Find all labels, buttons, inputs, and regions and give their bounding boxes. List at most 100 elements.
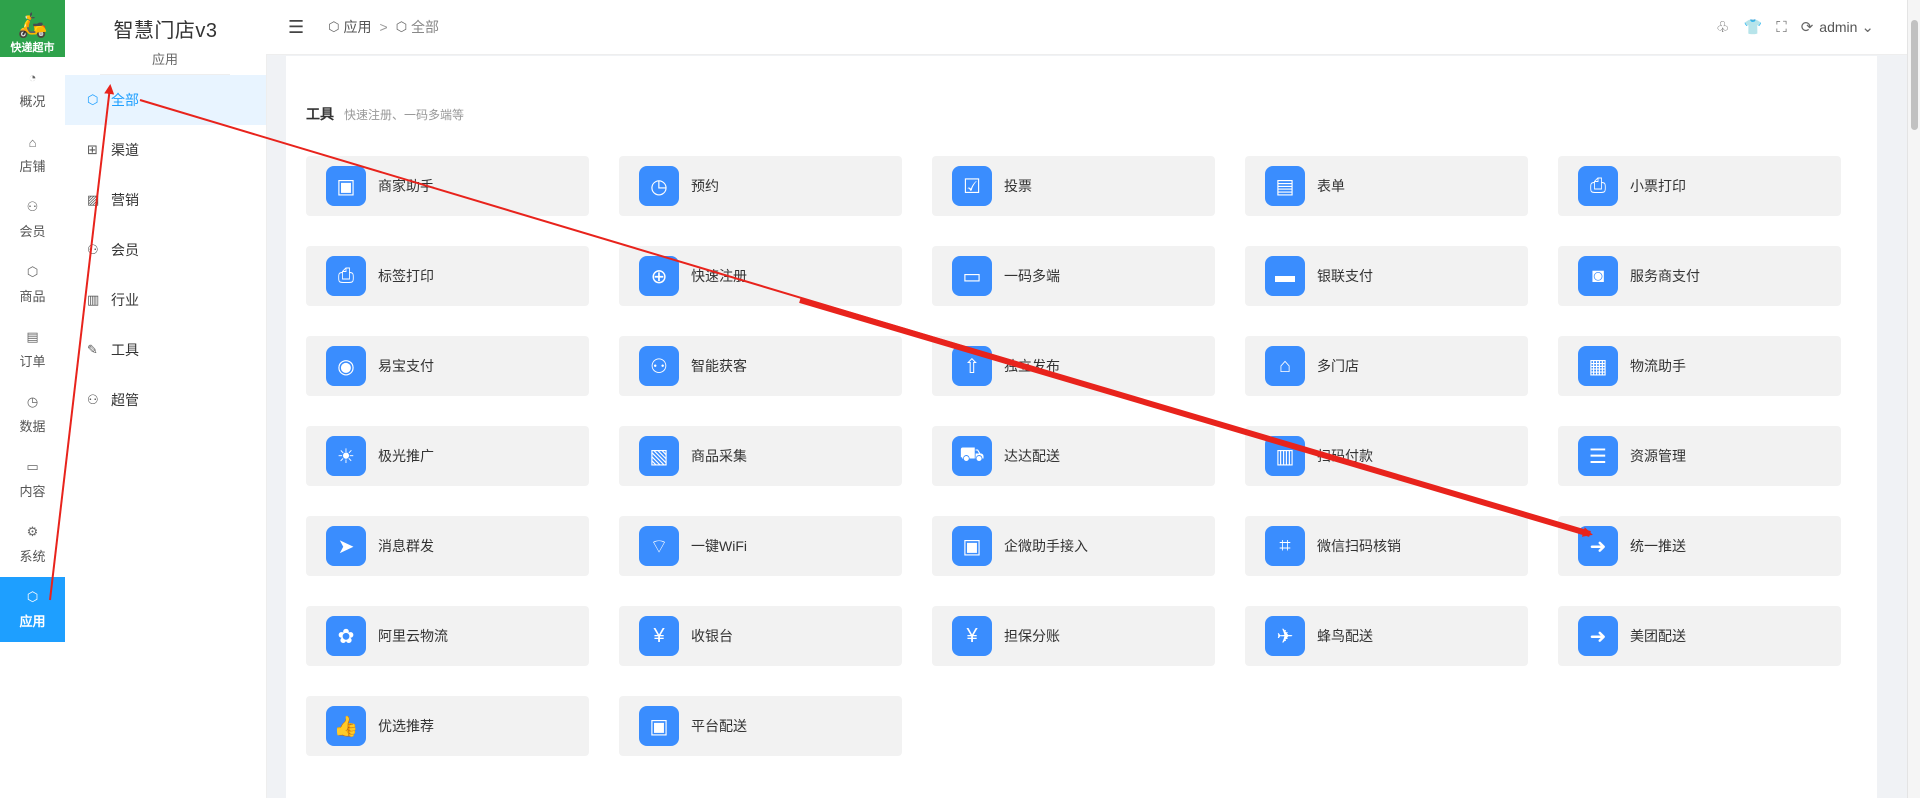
app-card[interactable]: ⌗ 微信扫码核销 (1245, 516, 1528, 576)
app-card[interactable]: ▭ 一码多端 (932, 246, 1215, 306)
app-card-label: 一键WiFi (691, 538, 747, 554)
rail-item-label: 内容 (19, 484, 46, 499)
app-card-label: 投票 (1004, 178, 1032, 194)
app-card[interactable]: ➤ 消息群发 (306, 516, 589, 576)
guarantee-icon: ¥ (952, 616, 992, 656)
theme-shirt-icon[interactable]: 👕 (1744, 19, 1763, 36)
breadcrumb-separator: > (379, 19, 388, 35)
app-card-label: 达达配送 (1004, 448, 1060, 464)
rail-item[interactable]: ▤ 订单 (0, 317, 65, 382)
sub-nav-item[interactable]: ⊞ 渠道 (65, 125, 266, 175)
app-card[interactable]: ¥ 担保分账 (932, 606, 1215, 666)
sub-nav-label: 营销 (111, 192, 139, 208)
sub-nav-item[interactable]: ▥ 行业 (65, 275, 266, 325)
rail-item[interactable]: ⌂ 店铺 (0, 122, 65, 187)
app-card[interactable]: ➜ 统一推送 (1558, 516, 1841, 576)
dashboard-icon: ◔ (28, 69, 37, 85)
app-card-label: 美团配送 (1630, 628, 1686, 644)
rail-item[interactable]: ▭ 内容 (0, 447, 65, 512)
app-card[interactable]: ➜ 美团配送 (1558, 606, 1841, 666)
app-card[interactable]: ▣ 企微助手接入 (932, 516, 1215, 576)
page-scrollbar[interactable] (1907, 0, 1920, 798)
truck-icon: ⛟ (952, 436, 992, 476)
rail-item[interactable]: ⬡ 商品 (0, 252, 65, 317)
app-card[interactable]: ☰ 资源管理 (1558, 426, 1841, 486)
sub-nav-item[interactable]: ✎ 工具 (65, 325, 266, 375)
clock-icon: ◷ (639, 166, 679, 206)
menu-toggle-icon[interactable]: ☰ (288, 17, 304, 38)
rail-item[interactable]: ⚇ 会员 (0, 187, 65, 252)
app-card[interactable]: ⛟ 达达配送 (932, 426, 1215, 486)
app-card-label: 标签打印 (378, 268, 434, 284)
sub-nav-item[interactable]: ⚇ 超管 (65, 375, 266, 425)
cube-icon: ⬡ (328, 19, 340, 34)
unionpay-card-icon: ▬ (1265, 256, 1305, 296)
content-icon: ▭ (26, 459, 39, 474)
breadcrumb-root[interactable]: 应用 (344, 17, 372, 37)
scrollbar-thumb[interactable] (1911, 20, 1918, 130)
logistics-icon: ▦ (1578, 346, 1618, 386)
platform-delivery-icon: ▣ (639, 706, 679, 746)
cube-icon: ⬡ (395, 19, 408, 34)
sub-nav-item[interactable]: ⬡ 全部 (65, 75, 266, 125)
app-card[interactable]: ⇧ 独立发布 (932, 336, 1215, 396)
member-icon: ⚇ (26, 199, 39, 214)
app-card[interactable]: ⊕ 快速注册 (619, 246, 902, 306)
app-card-label: 极光推广 (378, 448, 434, 464)
app-card[interactable]: 👍 优选推荐 (306, 696, 589, 756)
app-card[interactable]: ⚇ 智能获客 (619, 336, 902, 396)
app-card[interactable]: ◙ 服务商支付 (1558, 246, 1841, 306)
app-card[interactable]: ¥ 收银台 (619, 606, 902, 666)
scooter-logo-icon: 🛵 (17, 12, 48, 39)
app-card[interactable]: ☑ 投票 (932, 156, 1215, 216)
rail-item[interactable]: ⬡ 应用 (0, 577, 65, 642)
app-card[interactable]: ◉ 易宝支付 (306, 336, 589, 396)
rail-item[interactable]: ◷ 数据 (0, 382, 65, 447)
rail-item-label: 订单 (19, 354, 46, 369)
label-printer-icon: ⎙ (326, 256, 366, 296)
member-icon: ⚇ (87, 242, 99, 257)
app-card[interactable]: ▤ 表单 (1245, 156, 1528, 216)
fullscreen-icon[interactable]: ⛶ (1776, 19, 1787, 36)
app-card[interactable]: ✈ 蜂鸟配送 (1245, 606, 1528, 666)
app-card-label: 物流助手 (1630, 358, 1686, 374)
rail-item-label: 商品 (19, 289, 46, 304)
app-card[interactable]: ☀ 极光推广 (306, 426, 589, 486)
app-card[interactable]: ▦ 物流助手 (1558, 336, 1841, 396)
rail-item[interactable]: ◔ 概况 (0, 57, 65, 122)
customers-icon: ⚇ (639, 346, 679, 386)
app-icon: ⬡ (26, 589, 39, 604)
refresh-icon[interactable]: ⟳ (1801, 19, 1814, 36)
rail-item[interactable]: ⚙ 系统 (0, 512, 65, 577)
push-arrow-icon: ➜ (1578, 526, 1618, 566)
sub-nav-item[interactable]: ▨ 营销 (65, 175, 266, 225)
main-content: 工具 快速注册、一码多端等 ▣ 商家助手 ◷ 预约 ☑ 投票 ▤ 表单 ⎙ 小票打印 ⎙ 标签打印 ⊕ 快… (286, 56, 1877, 798)
chevron-down-icon[interactable]: ⌄ (1861, 18, 1874, 36)
app-card[interactable]: ▥ 扫码付款 (1245, 426, 1528, 486)
logo[interactable]: 🛵 快递超市 (0, 0, 65, 57)
app-card[interactable]: ✿ 阿里云物流 (306, 606, 589, 666)
app-card[interactable]: ⎙ 小票打印 (1558, 156, 1841, 216)
app-card[interactable]: ⌔ 一键WiFi (619, 516, 902, 576)
app-card-label: 蜂鸟配送 (1317, 628, 1373, 644)
app-card-label: 扫码付款 (1317, 448, 1373, 464)
admin-icon: ⚇ (87, 392, 99, 407)
app-card[interactable]: ▧ 商品采集 (619, 426, 902, 486)
app-card[interactable]: ⎙ 标签打印 (306, 246, 589, 306)
app-card[interactable]: ◷ 预约 (619, 156, 902, 216)
app-card[interactable]: ▣ 平台配送 (619, 696, 902, 756)
app-card-label: 消息群发 (378, 538, 434, 554)
sub-nav-item[interactable]: ⚇ 会员 (65, 225, 266, 275)
sub-nav-label: 会员 (111, 242, 139, 258)
app-card[interactable]: ▣ 商家助手 (306, 156, 589, 216)
top-right-tools: ♧ 👕 ⛶ ⟳ admin ⌄ (1702, 0, 1874, 54)
sub-nav-label: 行业 (111, 292, 139, 308)
user-menu[interactable]: admin (1819, 19, 1857, 35)
bell-icon[interactable]: ♧ (1716, 19, 1729, 36)
wechat-scan-icon: ⌗ (1265, 526, 1305, 566)
aliyun-icon: ✿ (326, 616, 366, 656)
wifi-icon: ⌔ (639, 526, 679, 566)
app-grid: ▣ 商家助手 ◷ 预约 ☑ 投票 ▤ 表单 ⎙ 小票打印 ⎙ 标签打印 ⊕ 快速注册 ▭ 一码多端 ▬ 银联支付 ◙… (306, 156, 1841, 756)
app-card[interactable]: ▬ 银联支付 (1245, 246, 1528, 306)
app-card[interactable]: ⌂ 多门店 (1245, 336, 1528, 396)
